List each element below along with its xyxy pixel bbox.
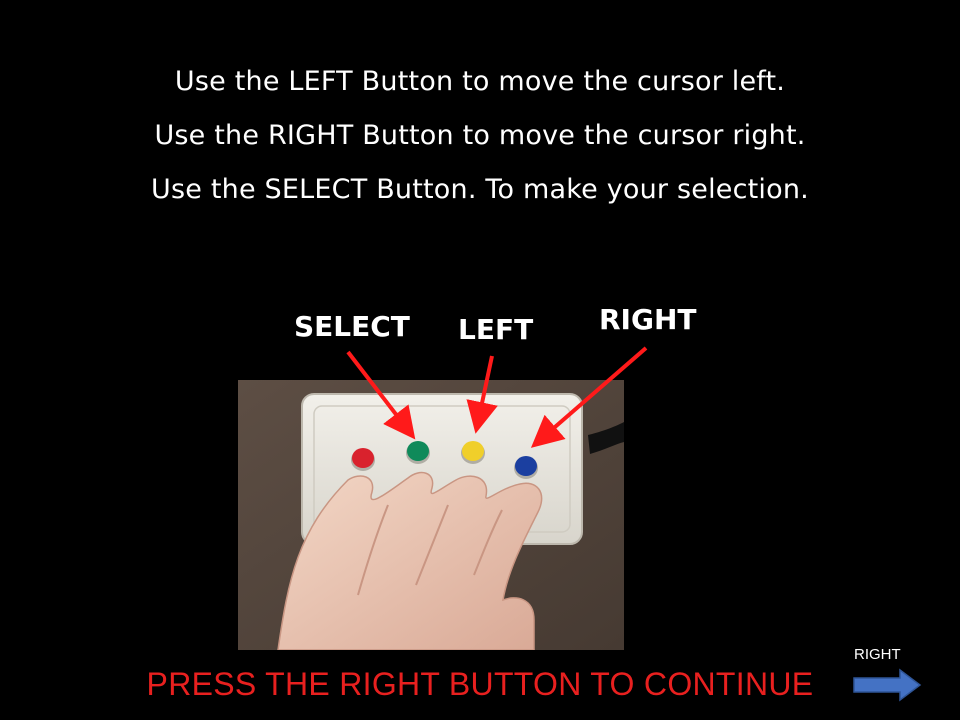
yellow-button [462,441,484,461]
right-button-label: RIGHT [599,303,697,336]
red-button [352,448,374,468]
continue-message: PRESS THE RIGHT BUTTON TO CONTINUE [146,666,814,702]
controller-photo-illustration [238,380,624,650]
instructions-block: Use the LEFT Button to move the cursor l… [0,55,960,217]
instruction-select: Use the SELECT Button. To make your sele… [151,174,809,205]
instruction-left: Use the LEFT Button to move the cursor l… [174,66,786,97]
next-right-label: RIGHT [854,646,901,663]
controller-photo [238,380,624,650]
instruction-right: Use the RIGHT Button to move the cursor … [154,120,806,151]
next-right-button[interactable]: RIGHT [846,646,926,706]
select-button-label: SELECT [294,310,410,343]
blue-button [515,456,537,476]
right-arrow-icon [853,668,922,702]
left-button-label: LEFT [458,313,534,346]
green-button [407,441,429,461]
